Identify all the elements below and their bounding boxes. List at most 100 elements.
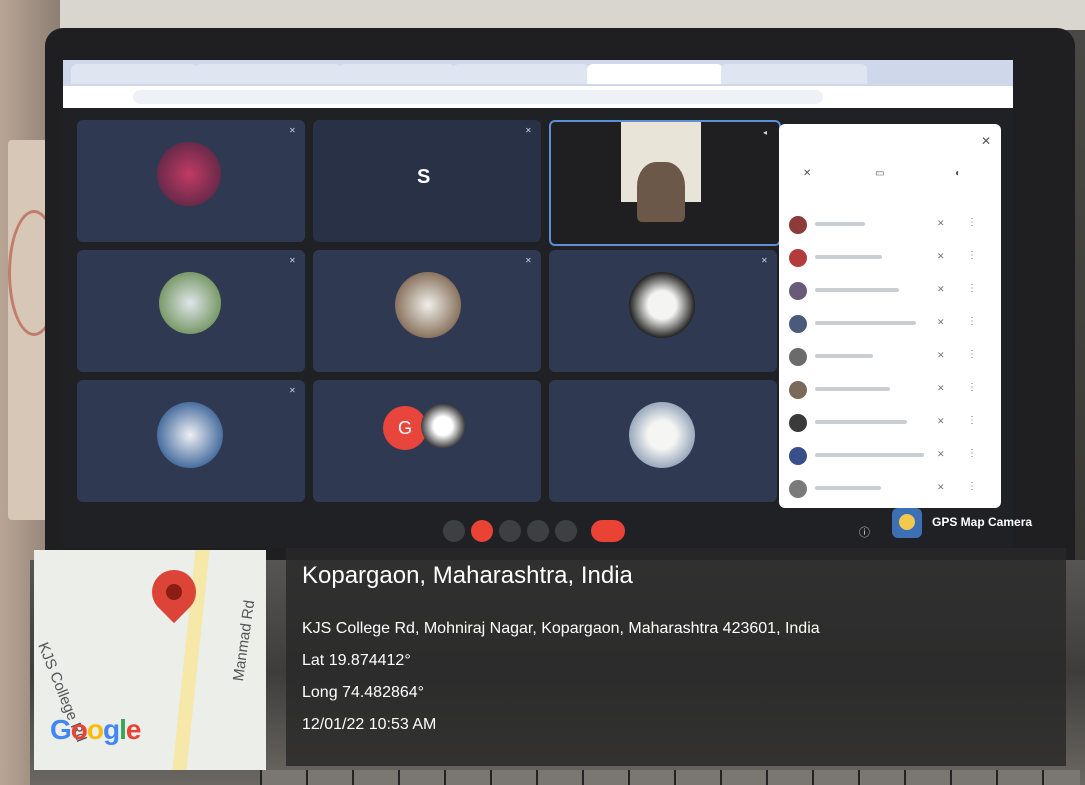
more-vert-icon[interactable]: ⋮ <box>967 250 977 261</box>
people-panel: ✕ ✕ ▭ ◐ ✕ ⋮ ✕ ⋮ ✕ ⋮ ✕ ⋮ ✕ ⋮ ✕ ⋮ ✕ ⋮ ✕ ⋮ ✕ ⋮ <box>779 124 1001 508</box>
more-options-button[interactable] <box>555 520 577 542</box>
participant-list-avatar <box>789 381 807 399</box>
participant-list-item[interactable]: ✕ ⋮ <box>789 278 989 304</box>
participant-tile[interactable]: ✕ <box>77 380 305 502</box>
more-vert-icon[interactable]: ⋮ <box>967 382 977 393</box>
captions-button[interactable] <box>499 520 521 542</box>
participant-tile[interactable]: ✕ <box>77 120 305 242</box>
url-field[interactable] <box>133 90 823 104</box>
location-map: KJS College Rd Manmad Rd Google <box>34 550 266 770</box>
location-datetime: 12/01/22 10:53 AM <box>302 716 437 733</box>
camera-off-button[interactable] <box>471 520 493 542</box>
participant-avatar <box>395 272 461 338</box>
end-call-button[interactable] <box>591 520 625 542</box>
more-vert-icon[interactable]: ⋮ <box>967 481 977 492</box>
mic-off-icon[interactable]: ✕ <box>937 350 945 361</box>
self-tile[interactable] <box>549 380 777 502</box>
mic-off-icon[interactable]: ✕ <box>937 416 945 427</box>
participant-list-name <box>815 321 916 325</box>
more-vert-icon[interactable]: ⋮ <box>967 217 977 228</box>
browser-tab[interactable] <box>453 64 589 84</box>
video-grid: ✕ S ✕ ◂ ✕ ✕ ✕ ✕ G <box>77 120 781 510</box>
mic-off-icon: ✕ <box>525 256 532 265</box>
mic-off-icon: ✕ <box>289 126 296 135</box>
speaking-icon: ◂ <box>763 128 768 137</box>
participant-list-name <box>815 420 907 424</box>
more-vert-icon[interactable]: ⋮ <box>967 415 977 426</box>
mic-off-icon[interactable]: ✕ <box>937 449 945 460</box>
participant-list-item[interactable]: ✕ ⋮ <box>789 311 989 337</box>
more-vert-icon[interactable]: ⋮ <box>967 448 977 459</box>
participant-tile[interactable]: ✕ <box>313 250 541 372</box>
browser-tab-bar <box>63 60 1013 86</box>
participant-avatar <box>629 272 695 338</box>
participant-avatar <box>157 142 221 206</box>
mic-off-icon[interactable]: ✕ <box>937 284 945 295</box>
participant-list-name <box>815 288 899 292</box>
location-address: KJS College Rd, Mohniraj Nagar, Kopargao… <box>302 620 820 637</box>
participant-list-avatar <box>789 216 807 234</box>
participant-tile[interactable]: G <box>313 380 541 502</box>
participant-list-name <box>815 453 924 457</box>
participant-list-name <box>815 222 865 226</box>
browser-tab[interactable] <box>721 64 867 84</box>
mic-off-icon: ✕ <box>289 256 296 265</box>
location-info-panel: Kopargaon, Maharashtra, India KJS Colleg… <box>286 548 1066 766</box>
mic-off-icon: ✕ <box>761 256 768 265</box>
participant-tile[interactable]: ✕ <box>77 250 305 372</box>
meeting-control-bar: ⓘ <box>63 512 1013 548</box>
more-vert-icon[interactable]: ⋮ <box>967 349 977 360</box>
participant-avatar <box>157 402 223 468</box>
participant-list-item[interactable]: ✕ ⋮ <box>789 476 989 502</box>
more-vert-icon[interactable]: ⋮ <box>967 316 977 327</box>
participant-video <box>637 162 685 222</box>
address-bar <box>63 86 1013 108</box>
wall-top <box>0 0 1085 30</box>
mic-off-icon[interactable]: ✕ <box>937 251 945 262</box>
participant-list-name <box>815 387 890 391</box>
mic-off-icon[interactable]: ✕ <box>937 383 945 394</box>
browser-tab[interactable] <box>339 64 455 84</box>
participant-tile[interactable]: S ✕ <box>313 120 541 242</box>
close-icon[interactable]: ✕ <box>981 134 991 148</box>
mute-all-icon[interactable]: ✕ <box>803 168 811 179</box>
browser-tab[interactable] <box>71 64 197 84</box>
participant-list-item[interactable]: ✕ ⋮ <box>789 377 989 403</box>
participant-tile[interactable]: ✕ <box>549 250 777 372</box>
participant-list-item[interactable]: ✕ ⋮ <box>789 443 989 469</box>
participant-list-item[interactable]: ✕ ⋮ <box>789 245 989 271</box>
participant-avatar <box>159 272 221 334</box>
road-label: Manmad Rd <box>230 599 259 683</box>
mic-off-icon[interactable]: ✕ <box>937 482 945 493</box>
mic-off-icon[interactable]: ✕ <box>937 218 945 229</box>
participant-list-avatar <box>789 414 807 432</box>
info-icon[interactable]: ⓘ <box>859 524 870 540</box>
mic-off-icon: ✕ <box>525 126 532 135</box>
active-speaker-tile[interactable]: ◂ <box>549 120 781 246</box>
location-title: Kopargaon, Maharashtra, India <box>302 562 633 589</box>
browser-tab[interactable] <box>195 64 341 84</box>
participant-list-avatar <box>789 480 807 498</box>
participant-list-avatar <box>789 282 807 300</box>
location-long: Long 74.482864° <box>302 684 425 701</box>
present-button[interactable] <box>527 520 549 542</box>
participant-list-avatar <box>789 348 807 366</box>
mic-off-icon: ✕ <box>289 386 296 395</box>
participant-list-avatar <box>789 447 807 465</box>
location-lat: Lat 19.874412° <box>302 652 411 669</box>
participant-list-item[interactable]: ✕ ⋮ <box>789 212 989 238</box>
gps-app-label: GPS Map Camera <box>932 515 1033 529</box>
laptop-screen: ✕ S ✕ ◂ ✕ ✕ ✕ ✕ G ✕ ✕ ▭ ◐ ✕ ⋮ ✕ ⋮ ✕ ⋮ ✕ … <box>63 60 1013 548</box>
participant-list-item[interactable]: ✕ ⋮ <box>789 410 989 436</box>
host-controls-icon[interactable]: ◐ <box>955 168 961 179</box>
mic-off-icon[interactable]: ✕ <box>937 317 945 328</box>
browser-tab-active[interactable] <box>587 64 723 84</box>
mic-button[interactable] <box>443 520 465 542</box>
video-icon[interactable]: ▭ <box>875 168 884 179</box>
more-vert-icon[interactable]: ⋮ <box>967 283 977 294</box>
participant-avatar <box>421 404 465 448</box>
participant-list-item[interactable]: ✕ ⋮ <box>789 344 989 370</box>
photo: ✕ S ✕ ◂ ✕ ✕ ✕ ✕ G ✕ ✕ ▭ ◐ ✕ ⋮ ✕ ⋮ ✕ ⋮ ✕ … <box>0 0 1085 785</box>
google-logo: Google <box>50 714 141 745</box>
participant-initial: S <box>417 166 431 188</box>
